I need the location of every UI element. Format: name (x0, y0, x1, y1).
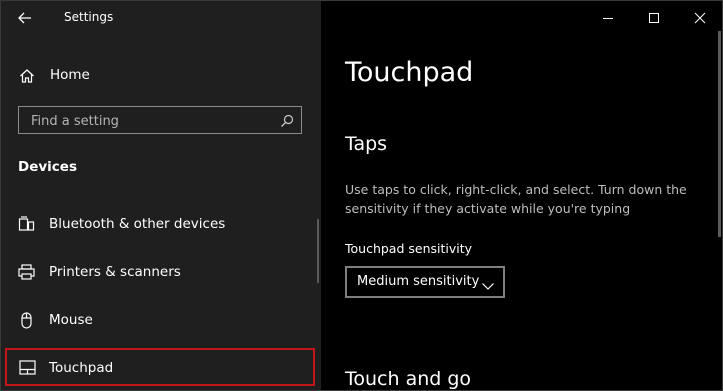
sidebar-item-touchpad[interactable]: Touchpad (5, 348, 315, 386)
touch-and-go-section-title: Touch and go (345, 368, 472, 390)
maximize-icon (649, 13, 659, 23)
taps-description: Use taps to click, right-click, and sele… (345, 182, 687, 216)
sidebar-item-home[interactable]: Home (1, 61, 321, 91)
sidebar-scrollbar[interactable] (317, 219, 319, 283)
sidebar-item-bluetooth[interactable]: Bluetooth & other devices (1, 204, 321, 244)
maximize-button[interactable] (634, 5, 674, 31)
touchpad-icon (19, 360, 36, 379)
search-input[interactable] (29, 111, 273, 131)
minimize-icon (603, 18, 613, 19)
chevron-down-icon (481, 276, 495, 295)
back-arrow-icon (18, 12, 31, 24)
mouse-icon (18, 312, 35, 333)
main-scrollbar[interactable] (718, 31, 721, 237)
bluetooth-icon (18, 216, 35, 236)
sidebar-item-label: Home (50, 67, 90, 83)
sidebar-item-label: Printers & scanners (49, 264, 181, 280)
sidebar-item-label: Touchpad (49, 360, 114, 376)
home-icon (19, 68, 35, 88)
settings-window: Settings Home Devices (0, 0, 723, 391)
app-title: Settings (64, 10, 114, 24)
sensitivity-label: Touchpad sensitivity (345, 241, 473, 256)
search-box[interactable] (18, 106, 302, 134)
close-button[interactable] (680, 5, 720, 31)
sidebar-item-label: Bluetooth & other devices (49, 216, 226, 232)
back-button[interactable] (11, 6, 39, 30)
sensitivity-dropdown[interactable]: Medium sensitivity (345, 266, 505, 298)
sidebar-item-label: Mouse (49, 312, 93, 328)
taps-section-title: Taps (345, 133, 388, 155)
main-content: Touchpad Taps Use taps to click, right-c… (321, 1, 722, 390)
minimize-button[interactable] (588, 5, 628, 31)
sidebar: Settings Home Devices (1, 1, 321, 390)
dropdown-value: Medium sensitivity (357, 274, 480, 289)
title-bar: Settings (1, 1, 321, 35)
printer-icon (18, 264, 35, 284)
sidebar-item-printers[interactable]: Printers & scanners (1, 252, 321, 292)
sidebar-item-mouse[interactable]: Mouse (1, 300, 321, 340)
page-title: Touchpad (345, 57, 474, 88)
search-icon[interactable] (280, 113, 294, 132)
close-icon (694, 12, 706, 24)
section-heading: Devices (18, 159, 77, 175)
